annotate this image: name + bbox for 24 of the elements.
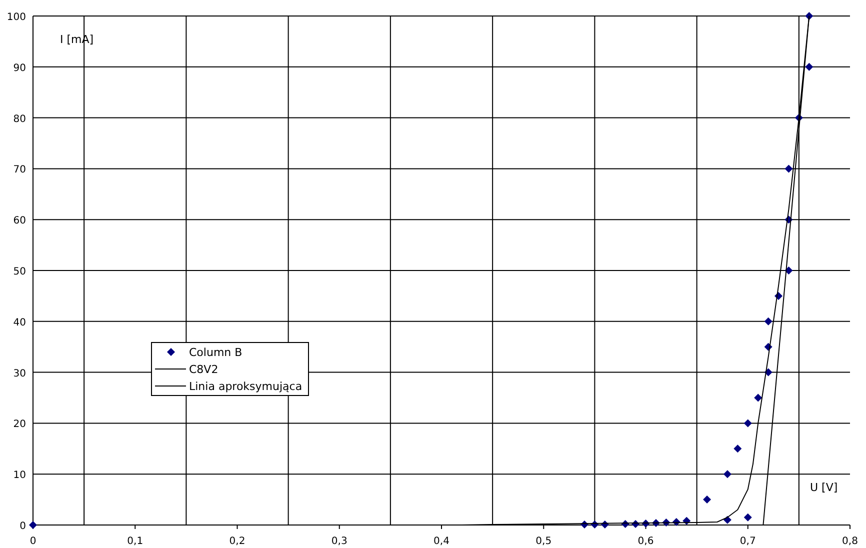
x-tick-label: 0 (30, 536, 36, 547)
x-tick-label: 0,4 (434, 536, 450, 547)
x-tick-label: 0,8 (842, 536, 858, 547)
y-tick-label: 20 (13, 419, 26, 430)
x-axis-title: U [V] (810, 481, 838, 494)
y-tick-label: 100 (6, 12, 26, 23)
x-tick-label: 0,3 (331, 536, 348, 547)
y-tick-label: 50 (13, 266, 26, 278)
legend-label: Linia aproksymująca (189, 380, 302, 393)
y-tick-label: 30 (13, 368, 26, 380)
y-tick-label: 90 (13, 62, 26, 74)
x-tick-label: 0,2 (229, 536, 246, 547)
y-tick-label: 70 (13, 164, 26, 176)
x-tick-label: 0,1 (127, 536, 144, 547)
y-tick-label: 80 (13, 114, 26, 125)
x-tick-label: 0,5 (536, 536, 552, 547)
x-tick-label: 0,7 (740, 536, 756, 547)
y-tick-label: 60 (13, 216, 26, 227)
x-tick-label: 0,6 (638, 536, 654, 547)
y-tick-label: 10 (13, 470, 26, 482)
y-tick-label: 40 (13, 317, 26, 328)
legend-label: Column B (189, 346, 242, 359)
legend-label: C8V2 (189, 363, 218, 376)
y-tick-label: 0 (20, 521, 26, 532)
